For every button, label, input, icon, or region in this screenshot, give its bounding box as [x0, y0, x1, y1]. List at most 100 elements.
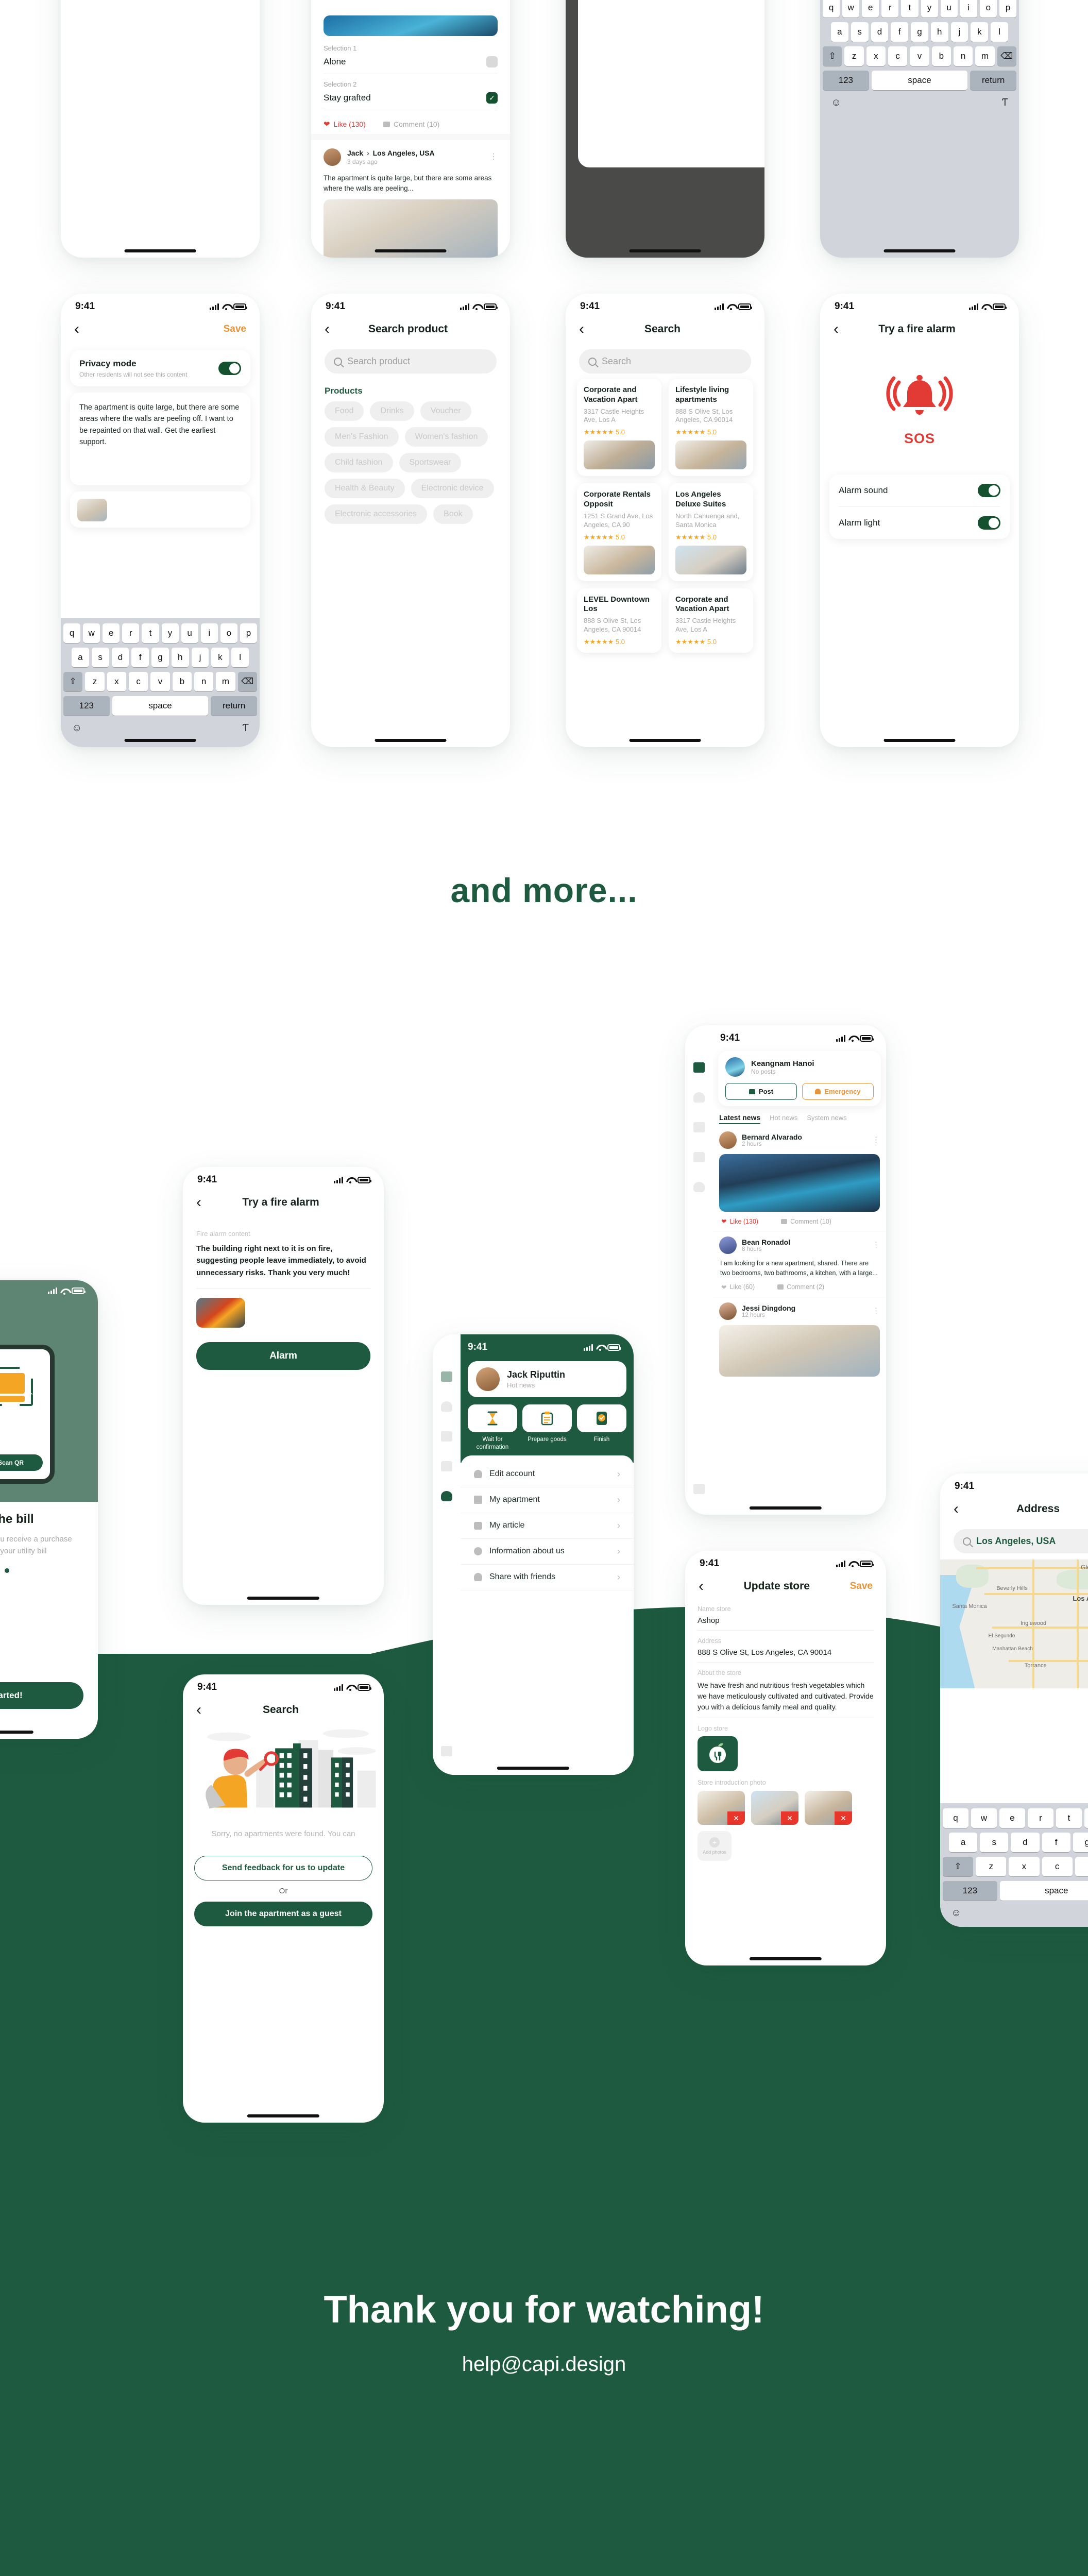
logout-icon[interactable]	[693, 1484, 705, 1494]
key-k[interactable]: k	[211, 648, 229, 667]
key-z[interactable]: z	[976, 1857, 1007, 1876]
like-count[interactable]: Like (60)	[729, 1283, 755, 1291]
post-button[interactable]: Post	[725, 1083, 797, 1100]
menu-item-my-apartment[interactable]: My apartment ›	[461, 1487, 634, 1513]
key-l[interactable]: l	[991, 22, 1009, 42]
key-z[interactable]: z	[85, 672, 105, 691]
about-store-value[interactable]: We have fresh and nutritious fresh veget…	[698, 1676, 874, 1718]
comment-count[interactable]: Comment (2)	[787, 1283, 824, 1291]
address-value[interactable]: 888 S Olive St, Los Angeles, CA 90014	[698, 1645, 874, 1663]
search-input[interactable]: Search	[579, 349, 751, 374]
key-w[interactable]: w	[842, 0, 860, 18]
chip[interactable]: Electronic device	[411, 479, 494, 498]
store-photo[interactable]: ✕	[751, 1791, 798, 1825]
key-b[interactable]: b	[931, 46, 951, 66]
add-photos-button[interactable]: + Add photos	[698, 1831, 732, 1861]
key-q[interactable]: q	[943, 1808, 968, 1828]
more-options-icon[interactable]: ⋮	[872, 1242, 880, 1249]
scan-qr-button[interactable]: Scan QR	[0, 1454, 43, 1471]
tab-hot-news[interactable]: Hot news	[770, 1114, 797, 1122]
note-card[interactable]: The apartment is quite large, but there …	[70, 393, 250, 485]
key-e[interactable]: e	[862, 0, 879, 18]
key-s[interactable]: s	[91, 648, 109, 667]
chip[interactable]: Voucher	[420, 401, 471, 421]
attachment-thumbnail[interactable]	[77, 499, 107, 521]
key-d[interactable]: d	[871, 22, 889, 42]
key-i[interactable]: i	[960, 0, 977, 18]
key-l[interactable]: l	[231, 648, 249, 667]
result-card[interactable]: Los Angeles Deluxe Suites North Cahuenga…	[669, 483, 753, 581]
key-g[interactable]: g	[911, 22, 928, 42]
remove-photo-icon[interactable]: ✕	[727, 1811, 745, 1825]
store-logo[interactable]	[698, 1736, 738, 1771]
key-k[interactable]: k	[971, 22, 989, 42]
key-f[interactable]: f	[891, 22, 909, 42]
menu-item-information[interactable]: Information about us ›	[461, 1539, 634, 1565]
key-u[interactable]: u	[940, 0, 958, 18]
more-options-icon[interactable]: ⋮	[872, 1137, 880, 1144]
more-options-icon[interactable]: ⋮	[489, 153, 498, 161]
key-v[interactable]: v	[1075, 1857, 1088, 1876]
key-w[interactable]: w	[83, 623, 100, 643]
return-key[interactable]: return	[970, 71, 1016, 90]
result-card[interactable]: Lifestyle living apartments 888 S Olive …	[669, 379, 753, 477]
bell-icon[interactable]	[441, 1401, 452, 1412]
key-t[interactable]: t	[901, 0, 919, 18]
key-o[interactable]: o	[220, 623, 237, 643]
space-key[interactable]: space	[999, 1881, 1088, 1901]
key-e[interactable]: e	[999, 1808, 1025, 1828]
contact-email[interactable]: help@capi.design	[0, 2353, 1088, 2376]
alarm-button[interactable]: Alarm	[196, 1342, 370, 1370]
post-author[interactable]: Bernard Alvarado	[742, 1133, 867, 1141]
dot-active[interactable]	[4, 1568, 9, 1573]
key-b[interactable]: b	[172, 672, 192, 691]
key-t[interactable]: t	[1056, 1808, 1082, 1828]
remove-photo-icon[interactable]: ✕	[835, 1811, 852, 1825]
key-x[interactable]: x	[1009, 1857, 1040, 1876]
backspace-key[interactable]: ⌫	[237, 672, 257, 691]
post-author[interactable]: Jessi Dingdong	[742, 1304, 867, 1312]
key-i[interactable]: i	[200, 623, 218, 643]
key-a[interactable]: a	[948, 1833, 978, 1852]
post-author[interactable]: Bean Ronadol	[742, 1238, 867, 1246]
like-count[interactable]: Like (130)	[334, 120, 366, 128]
shift-key[interactable]: ⇧	[942, 1857, 974, 1876]
fire-photo[interactable]	[196, 1297, 245, 1328]
back-button[interactable]: ‹	[74, 321, 79, 337]
key-r[interactable]: r	[881, 0, 899, 18]
menu-item-edit-account[interactable]: Edit account ›	[461, 1462, 634, 1487]
key-p[interactable]: p	[240, 623, 257, 643]
heart-icon[interactable]: ❤	[721, 1217, 726, 1225]
key-o[interactable]: o	[979, 0, 997, 18]
result-card[interactable]: Corporate and Vacation Apart 3317 Castle…	[577, 379, 661, 477]
key-u[interactable]: u	[181, 623, 198, 643]
key-v[interactable]: v	[150, 672, 170, 691]
space-key[interactable]: space	[112, 696, 209, 716]
key-g[interactable]: g	[151, 648, 169, 667]
key-f[interactable]: f	[131, 648, 149, 667]
person-icon[interactable]	[441, 1491, 452, 1501]
alarm-light-toggle[interactable]	[978, 516, 1000, 530]
news-icon[interactable]	[441, 1431, 452, 1442]
store-photo[interactable]: ✕	[698, 1791, 745, 1825]
key-r[interactable]: r	[122, 623, 140, 643]
profile-card[interactable]: Jack Riputtin Hot news	[468, 1361, 626, 1397]
onscreen-keyboard[interactable]: q w e r t y u i o p a s d f g h j k l ⇧ …	[61, 618, 260, 747]
comment-count[interactable]: Comment (10)	[790, 1218, 831, 1225]
more-options-icon[interactable]: ⋮	[872, 1307, 880, 1314]
search-input[interactable]: Search product	[325, 349, 497, 374]
save-button[interactable]: Save	[224, 324, 246, 335]
comment-icon[interactable]	[781, 1218, 788, 1224]
back-button[interactable]: ‹	[196, 1195, 201, 1210]
back-button[interactable]: ‹	[834, 321, 839, 337]
post-image[interactable]	[719, 1325, 880, 1377]
chip[interactable]: Electronic accessories	[325, 504, 428, 524]
key-m[interactable]: m	[975, 46, 995, 66]
store-icon[interactable]	[693, 1152, 705, 1162]
key-t[interactable]: t	[142, 623, 159, 643]
key-y[interactable]: y	[161, 623, 179, 643]
backspace-key[interactable]: ⌫	[997, 46, 1016, 66]
key-v[interactable]: v	[910, 46, 929, 66]
post-image[interactable]	[719, 1154, 880, 1212]
numbers-key[interactable]: 123	[63, 696, 110, 716]
